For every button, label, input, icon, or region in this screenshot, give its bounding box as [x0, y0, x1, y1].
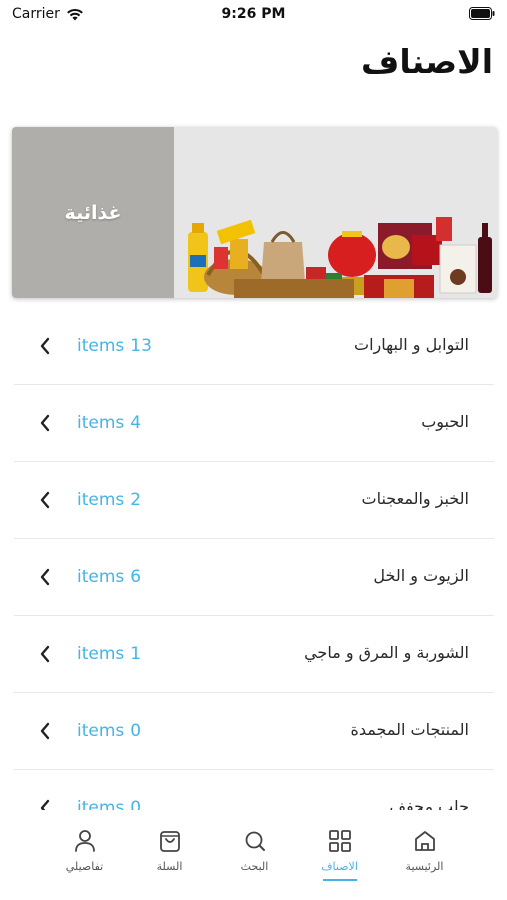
- status-bar: Carrier 9:26 PM: [0, 0, 507, 28]
- category-row[interactable]: items 0 المنتجات المجمدة: [14, 693, 494, 770]
- tab-label: السلة: [156, 860, 183, 873]
- active-tab-indicator: [322, 879, 357, 881]
- item-count-value: 1: [130, 644, 142, 664]
- category-name: الزيوت و الخل: [373, 566, 469, 585]
- tab-label: البحث: [240, 860, 269, 873]
- status-time: 9:26 PM: [221, 6, 286, 22]
- item-count-unit: items: [77, 490, 125, 510]
- item-count: items 4: [77, 413, 141, 433]
- category-list: items 13 التوابل و البهارات items 4 الحب…: [14, 308, 494, 847]
- item-count: items 2: [77, 490, 141, 510]
- item-count: items 0: [77, 721, 141, 741]
- groceries-image: [174, 127, 497, 298]
- chevron-left-icon: [40, 645, 50, 663]
- category-name: الشوربة و المرق و ماجي: [304, 643, 469, 662]
- category-row[interactable]: items 2 الخبز والمعجنات: [14, 462, 494, 539]
- category-row[interactable]: items 6 الزيوت و الخل: [14, 539, 494, 616]
- grid-icon: [328, 830, 351, 852]
- item-count-value: 4: [130, 413, 142, 433]
- tab-label: الرئيسية: [405, 860, 444, 873]
- battery-icon: [469, 7, 495, 20]
- banner-label-panel: غذائية: [12, 127, 174, 298]
- item-count-unit: items: [77, 336, 125, 356]
- category-row[interactable]: items 1 الشوربة و المرق و ماجي: [14, 616, 494, 693]
- tab-label: تفاصيلي: [65, 860, 104, 873]
- tab-label: الاصناف: [321, 860, 358, 873]
- item-count: items 6: [77, 567, 141, 587]
- item-count: items 13: [77, 336, 152, 356]
- item-count-value: 0: [130, 721, 142, 741]
- tab-home[interactable]: الرئيسية: [374, 820, 475, 890]
- chevron-left-icon: [40, 491, 50, 509]
- category-row[interactable]: items 4 الحبوب: [14, 385, 494, 462]
- item-count: items 1: [77, 644, 141, 664]
- item-count-unit: items: [77, 413, 125, 433]
- chevron-left-icon: [40, 337, 50, 355]
- category-banner[interactable]: غذائية: [12, 127, 497, 298]
- item-count-unit: items: [77, 644, 125, 664]
- tab-bar: تفاصيلي السلة البحث الاصناف الرئيسية: [0, 810, 507, 900]
- item-count-value: 2: [130, 490, 142, 510]
- home-icon: [414, 831, 435, 851]
- chevron-left-icon: [40, 722, 50, 740]
- chevron-left-icon: [40, 568, 50, 586]
- category-name: الحبوب: [421, 412, 469, 431]
- item-count-unit: items: [77, 567, 125, 587]
- page-title: الاصناف: [361, 42, 493, 81]
- user-icon: [74, 830, 95, 852]
- banner-label: غذائية: [64, 201, 122, 224]
- category-name: المنتجات المجمدة: [350, 720, 469, 739]
- item-count-value: 13: [130, 336, 152, 356]
- item-count-unit: items: [77, 721, 125, 741]
- search-icon: [245, 831, 265, 851]
- category-row[interactable]: items 13 التوابل و البهارات: [14, 308, 494, 385]
- chevron-left-icon: [40, 414, 50, 432]
- item-count-value: 6: [130, 567, 142, 587]
- category-name: الخبز والمعجنات: [361, 489, 470, 508]
- bag-icon: [159, 831, 180, 852]
- category-name: التوابل و البهارات: [354, 335, 469, 354]
